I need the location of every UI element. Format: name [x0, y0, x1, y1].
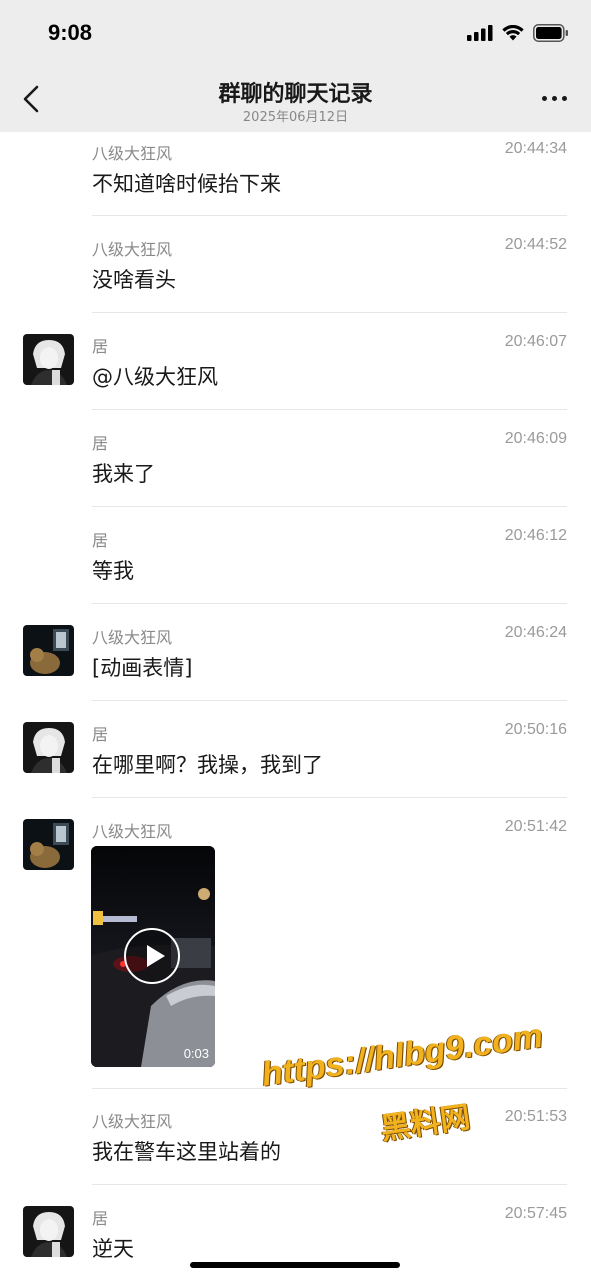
watermark-label: 黑料网 — [378, 1099, 473, 1148]
divider — [92, 215, 567, 216]
status-time: 9:08 — [48, 20, 93, 45]
message-text: 逆天 — [92, 1237, 134, 1261]
battery-icon — [533, 24, 568, 42]
message-text: 在哪里啊？我操，我到了 — [92, 753, 323, 777]
divider — [92, 409, 567, 410]
message-time: 20:44:34 — [504, 140, 567, 157]
message-text: [动画表情] — [92, 656, 193, 680]
message-sender: 八级大狂风 — [92, 144, 173, 163]
message-sender: 居 — [92, 531, 109, 550]
message-time: 20:46:24 — [504, 624, 567, 641]
divider — [92, 797, 567, 798]
nav-bar: 群聊的聊天记录 2025年06月12日 — [0, 62, 591, 132]
message-time: 20:46:09 — [504, 430, 567, 447]
video-duration: 0:03 — [183, 1046, 209, 1061]
message-sender: 八级大狂风 — [92, 822, 173, 841]
divider — [92, 1184, 567, 1185]
message-sender: 八级大狂风 — [92, 240, 173, 259]
message-sender: 八级大狂风 — [92, 1112, 173, 1131]
divider — [92, 603, 567, 604]
status-bar: 9:08 — [0, 0, 591, 62]
more-icon[interactable] — [542, 96, 567, 101]
message-text: 没啥看头 — [92, 268, 176, 292]
signal-icon — [467, 25, 493, 41]
divider — [92, 506, 567, 507]
message-sender: 居 — [92, 725, 109, 744]
home-indicator[interactable] — [190, 1262, 400, 1268]
message-time: 20:57:45 — [504, 1205, 567, 1222]
message-time: 20:46:07 — [504, 333, 567, 350]
wifi-icon — [502, 25, 524, 41]
video-message[interactable]: 0:03 — [91, 846, 215, 1067]
divider — [92, 312, 567, 313]
message-time: 20:50:16 — [504, 721, 567, 738]
message-text: 不知道啥时候抬下来 — [92, 172, 281, 196]
message-text: 我在警车这里站着的 — [92, 1140, 281, 1164]
message-sender: 居 — [92, 1209, 109, 1228]
divider — [92, 700, 567, 701]
avatar[interactable] — [23, 334, 74, 385]
page-date: 2025年06月12日 — [242, 110, 349, 125]
message-time: 20:44:52 — [504, 236, 567, 253]
page-title: 群聊的聊天记录 — [218, 82, 373, 107]
watermark-url: https://hlbg9.com — [259, 1016, 546, 1094]
avatar[interactable] — [23, 722, 74, 773]
watermark: https://hlbg9.com 黑料网 — [259, 1017, 582, 1148]
message-text: 我来了 — [92, 462, 155, 486]
message-text: @八级大狂风 — [92, 365, 218, 389]
avatar[interactable] — [23, 819, 74, 870]
status-icons — [467, 24, 569, 42]
play-icon[interactable] — [124, 928, 180, 984]
message-sender: 八级大狂风 — [92, 628, 173, 647]
message-text: 等我 — [92, 559, 134, 583]
message-time: 20:46:12 — [504, 527, 567, 544]
avatar[interactable] — [23, 1206, 74, 1257]
avatar[interactable] — [23, 625, 74, 676]
message-sender: 居 — [92, 434, 109, 453]
message-time: 20:51:42 — [504, 818, 567, 835]
message-sender: 居 — [92, 337, 109, 356]
